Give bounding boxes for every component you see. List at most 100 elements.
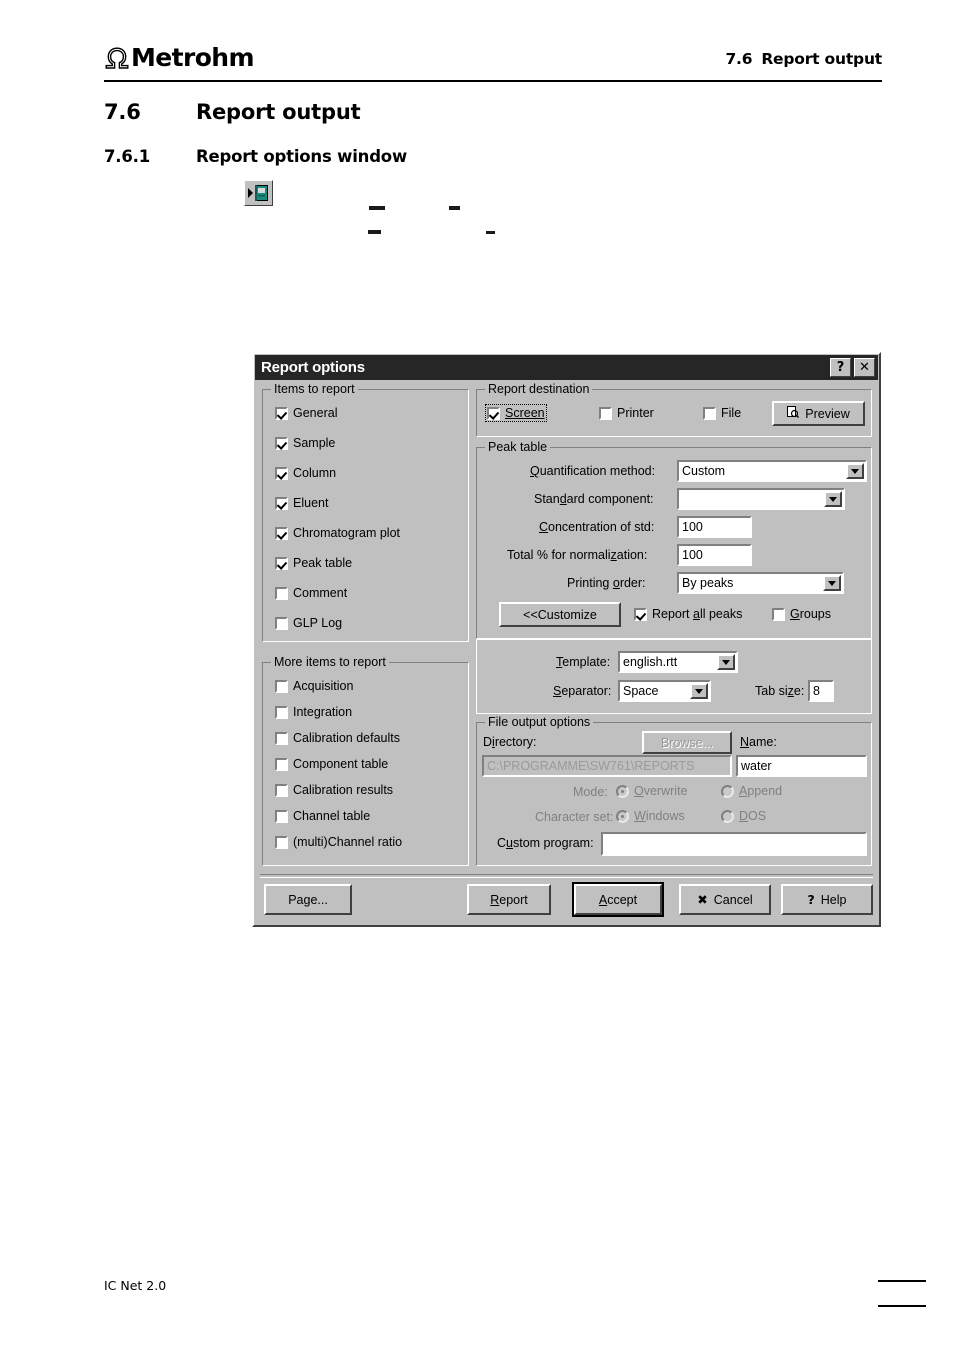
scan-artifact-dash-4 [486, 231, 495, 234]
checkbox-report-all-peaks[interactable]: Report all peaks [634, 607, 742, 621]
header-section-title: Report output [761, 50, 882, 68]
radio-overwrite[interactable]: Overwrite [616, 784, 688, 798]
separator-combo[interactable]: Space [618, 680, 711, 702]
printing-order-label: Printing order: [567, 576, 646, 590]
checkbox-groups-box[interactable] [772, 607, 785, 621]
checkbox-component-table-box[interactable] [275, 757, 288, 771]
dialog-title-bar[interactable]: Report options ? ✕ [255, 355, 878, 380]
chevron-down-icon[interactable] [717, 654, 735, 670]
close-icon[interactable]: ✕ [854, 358, 875, 377]
template-combo[interactable]: english.rtt [618, 651, 738, 673]
total-percent-normalization-input[interactable]: 100 [677, 544, 752, 566]
radio-dos[interactable]: DOS [721, 809, 766, 823]
checkbox-calibration-results[interactable]: Calibration results [275, 783, 393, 797]
checkbox-integration-box[interactable] [275, 705, 288, 719]
checkbox-printer-box[interactable] [599, 406, 612, 420]
concentration-of-std-input[interactable]: 100 [677, 516, 752, 538]
checkbox-screen[interactable]: Screen [485, 404, 547, 422]
checkbox-column-box[interactable] [275, 466, 288, 480]
chevron-down-icon[interactable] [823, 575, 841, 591]
radio-append[interactable]: Append [721, 784, 782, 798]
printing-order-combo[interactable]: By peaks [677, 572, 844, 594]
checkbox-sample-box[interactable] [275, 436, 288, 450]
name-label: Name: [740, 735, 777, 749]
checkbox-integration[interactable]: Integration [275, 705, 352, 719]
custom-program-label: Custom program: [497, 836, 594, 850]
file-output-options-legend: File output options [485, 715, 594, 729]
standard-component-label: Standard component: [534, 492, 654, 506]
checkbox-acquisition[interactable]: Acquisition [275, 679, 353, 693]
header-running-title: 7.6 Report output [725, 50, 882, 68]
more-items-to-report-legend: More items to report [271, 655, 389, 669]
checkbox-report-all-peaks-box[interactable] [634, 607, 647, 621]
radio-append-circle[interactable] [721, 784, 734, 798]
quantification-method-combo[interactable]: Custom [677, 460, 867, 482]
preview-button[interactable]: Preview [772, 401, 865, 426]
radio-windows-label: Windows [634, 809, 685, 823]
checkbox-printer-label: Printer [617, 406, 654, 420]
cancel-button-label: Cancel [713, 892, 753, 907]
checkbox-calibration-defaults-box[interactable] [275, 731, 288, 745]
checkbox-multichannel-ratio-box[interactable] [275, 835, 288, 849]
radio-windows[interactable]: Windows [616, 809, 685, 823]
tab-size-input[interactable]: 8 [808, 680, 834, 702]
checkbox-component-table[interactable]: Component table [275, 757, 388, 771]
checkbox-sample[interactable]: Sample [275, 436, 335, 450]
standard-component-combo[interactable] [677, 488, 845, 510]
checkbox-multichannel-ratio[interactable]: (multi)Channel ratio [275, 835, 402, 849]
chevron-down-icon[interactable] [690, 683, 708, 699]
checkbox-glp-log[interactable]: GLP Log [275, 616, 342, 630]
heading-level-1: 7.6 Report output [104, 100, 361, 124]
heading-1-number: 7.6 [104, 100, 141, 124]
checkbox-channel-table-box[interactable] [275, 809, 288, 823]
checkbox-printer[interactable]: Printer [599, 406, 654, 420]
checkbox-chromatogram-plot[interactable]: Chromatogram plot [275, 526, 400, 540]
checkbox-eluent-box[interactable] [275, 496, 288, 510]
checkbox-peak-table[interactable]: Peak table [275, 556, 352, 570]
checkbox-file[interactable]: File [703, 406, 741, 420]
checkbox-screen-box[interactable] [487, 406, 500, 420]
report-destination-legend: Report destination [485, 382, 593, 396]
name-value: water [741, 759, 772, 773]
radio-windows-circle[interactable] [616, 809, 629, 823]
peak-table-group: Peak table Quantification method: Custom… [476, 440, 872, 639]
checkbox-acquisition-box[interactable] [275, 679, 288, 693]
checkbox-general-box[interactable] [275, 406, 288, 420]
checkbox-general[interactable]: General [275, 406, 337, 420]
separator-value: Space [623, 684, 659, 698]
customize-button[interactable]: <<Customize [499, 602, 621, 627]
accept-button[interactable]: Accept [572, 882, 664, 917]
report-button[interactable]: Report [467, 884, 551, 915]
directory-label: Directory: [483, 735, 537, 749]
checkbox-file-box[interactable] [703, 406, 716, 420]
help-button[interactable]: ? Help [781, 884, 873, 915]
chevron-down-icon[interactable] [824, 491, 842, 507]
chevron-down-icon[interactable] [846, 463, 864, 479]
checkbox-eluent-label: Eluent [293, 496, 329, 510]
checkbox-multichannel-ratio-label: (multi)Channel ratio [293, 835, 403, 849]
scan-artifact-dash-2 [449, 206, 460, 210]
radio-dos-circle[interactable] [721, 809, 734, 823]
checkbox-screen-label: Screen [505, 406, 545, 420]
accept-button-label: Accept [598, 892, 638, 907]
checkbox-chromatogram-plot-box[interactable] [275, 526, 288, 540]
custom-program-input[interactable] [601, 832, 867, 856]
browse-button[interactable]: Browse... [642, 731, 732, 754]
name-input[interactable]: water [736, 755, 867, 777]
checkbox-channel-table[interactable]: Channel table [275, 809, 370, 823]
checkbox-calibration-defaults[interactable]: Calibration defaults [275, 731, 400, 745]
checkbox-eluent[interactable]: Eluent [275, 496, 328, 510]
radio-overwrite-circle[interactable] [616, 784, 629, 798]
dialog-title: Report options [261, 359, 365, 376]
checkbox-column[interactable]: Column [275, 466, 336, 480]
page-button[interactable]: Page... [264, 884, 352, 915]
checkbox-groups[interactable]: Groups [772, 607, 831, 621]
help-titlebar-button[interactable]: ? [830, 358, 851, 377]
heading-2-number: 7.6.1 [104, 147, 150, 166]
checkbox-comment-box[interactable] [275, 586, 288, 600]
cancel-button[interactable]: ✖ Cancel [679, 884, 771, 915]
checkbox-glp-log-box[interactable] [275, 616, 288, 630]
checkbox-comment[interactable]: Comment [275, 586, 347, 600]
checkbox-calibration-results-box[interactable] [275, 783, 288, 797]
checkbox-peak-table-box[interactable] [275, 556, 288, 570]
